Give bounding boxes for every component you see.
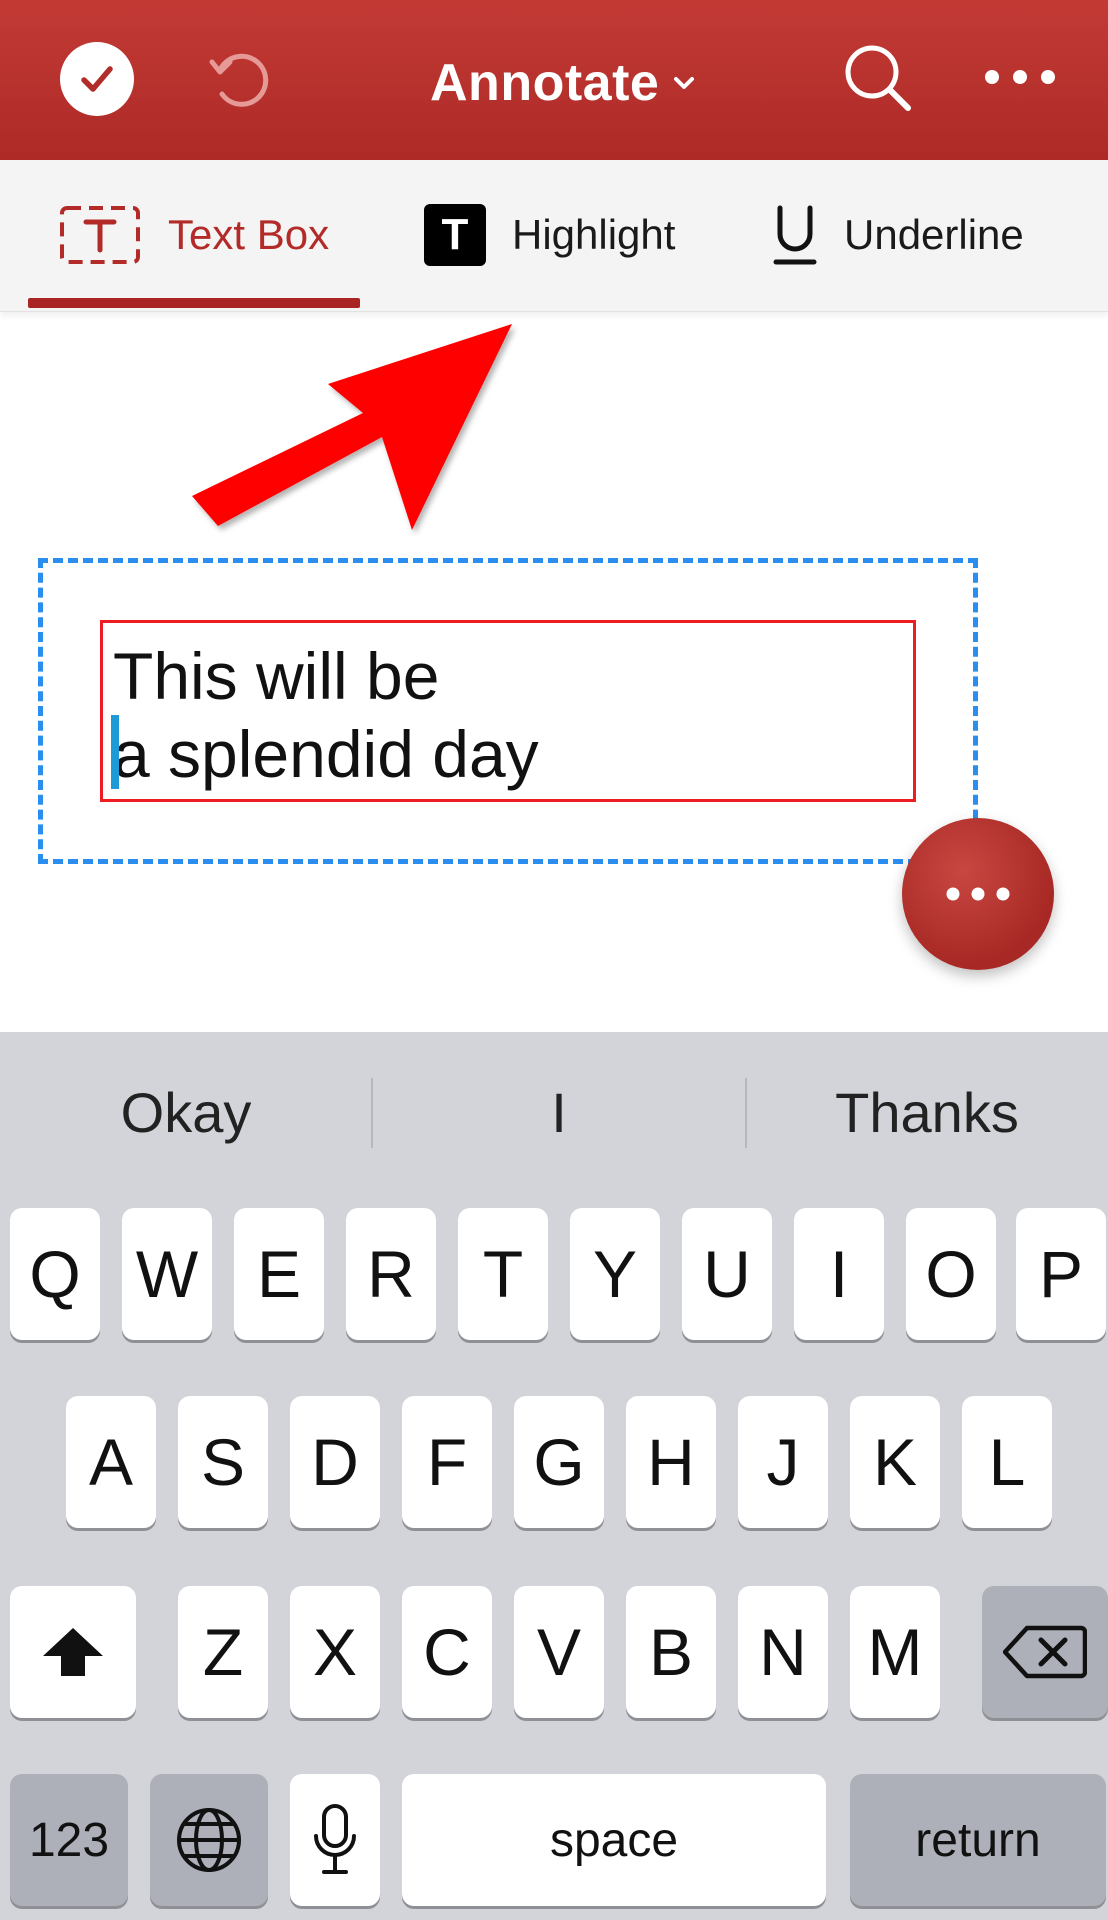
search-button[interactable] <box>838 38 918 118</box>
search-icon <box>845 45 911 111</box>
annotation-tools-bar: Text Box T Highlight Underline <box>0 160 1108 312</box>
key-y[interactable]: Y <box>570 1208 660 1340</box>
key-n[interactable]: N <box>738 1586 828 1718</box>
more-icon <box>985 70 1055 84</box>
suggestion-okay[interactable]: Okay <box>0 1078 372 1148</box>
globe-key[interactable] <box>150 1774 268 1906</box>
key-t[interactable]: T <box>458 1208 548 1340</box>
on-screen-keyboard: Okay I Thanks Q W E R T Y U I O P A S D … <box>0 1032 1108 1920</box>
tab-label: Text Box <box>168 211 330 258</box>
more-icon <box>946 887 1010 901</box>
key-x[interactable]: X <box>290 1586 380 1718</box>
app-bar: Annotate <box>0 0 1108 160</box>
chevron-down-icon <box>674 77 695 89</box>
key-q[interactable]: Q <box>10 1208 100 1340</box>
key-d[interactable]: D <box>290 1396 380 1528</box>
shift-key[interactable] <box>10 1586 136 1718</box>
undo-button[interactable] <box>200 38 280 118</box>
space-key[interactable]: space <box>402 1774 826 1906</box>
key-l[interactable]: L <box>962 1396 1052 1528</box>
key-z[interactable]: Z <box>178 1586 268 1718</box>
tab-label: Highlight <box>512 211 676 258</box>
tab-underline[interactable]: Underline <box>772 200 1024 270</box>
key-h[interactable]: H <box>626 1396 716 1528</box>
active-tab-indicator <box>28 298 360 308</box>
undo-icon <box>209 53 269 107</box>
done-button[interactable] <box>60 42 134 116</box>
checkmark-icon <box>81 66 113 92</box>
arrow-annotation <box>192 324 512 530</box>
more-button[interactable] <box>980 50 1060 104</box>
tab-text-box[interactable]: Text Box <box>58 200 329 270</box>
highlight-icon: T <box>424 204 486 266</box>
tab-highlight[interactable]: T Highlight <box>424 200 675 270</box>
suggestion-bar: Okay I Thanks <box>0 1032 1108 1188</box>
key-o[interactable]: O <box>906 1208 996 1340</box>
return-key[interactable]: return <box>850 1774 1106 1906</box>
key-m[interactable]: M <box>850 1586 940 1718</box>
delete-key[interactable] <box>982 1586 1108 1718</box>
backspace-icon <box>1003 1625 1087 1679</box>
key-w[interactable]: W <box>122 1208 212 1340</box>
microphone-icon <box>314 1804 356 1874</box>
key-e[interactable]: E <box>234 1208 324 1340</box>
suggestion-thanks[interactable]: Thanks <box>746 1078 1108 1148</box>
key-a[interactable]: A <box>66 1396 156 1528</box>
key-p[interactable]: P <box>1016 1208 1106 1340</box>
key-u[interactable]: U <box>682 1208 772 1340</box>
page-title: Annotate <box>430 54 660 112</box>
key-j[interactable]: J <box>738 1396 828 1528</box>
key-i[interactable]: I <box>794 1208 884 1340</box>
annotation-text-line: a splendid day <box>113 717 539 791</box>
key-r[interactable]: R <box>346 1208 436 1340</box>
annotation-options-button[interactable] <box>902 818 1054 970</box>
dictation-key[interactable] <box>290 1774 380 1906</box>
suggestion-i[interactable]: I <box>372 1078 746 1148</box>
text-cursor <box>111 715 119 789</box>
annotation-text-box[interactable]: This will be a splendid day <box>100 620 916 802</box>
tab-label: Underline <box>844 211 1024 258</box>
globe-icon <box>177 1808 241 1872</box>
key-c[interactable]: C <box>402 1586 492 1718</box>
key-b[interactable]: B <box>626 1586 716 1718</box>
underline-icon <box>773 205 817 265</box>
textbox-icon <box>60 206 140 264</box>
annotation-text-line: This will be <box>113 639 440 713</box>
key-v[interactable]: V <box>514 1586 604 1718</box>
key-f[interactable]: F <box>402 1396 492 1528</box>
key-s[interactable]: S <box>178 1396 268 1528</box>
mode-selector[interactable]: Annotate <box>430 50 697 116</box>
shift-icon <box>43 1628 103 1676</box>
key-g[interactable]: G <box>514 1396 604 1528</box>
numbers-key[interactable]: 123 <box>10 1774 128 1906</box>
key-k[interactable]: K <box>850 1396 940 1528</box>
